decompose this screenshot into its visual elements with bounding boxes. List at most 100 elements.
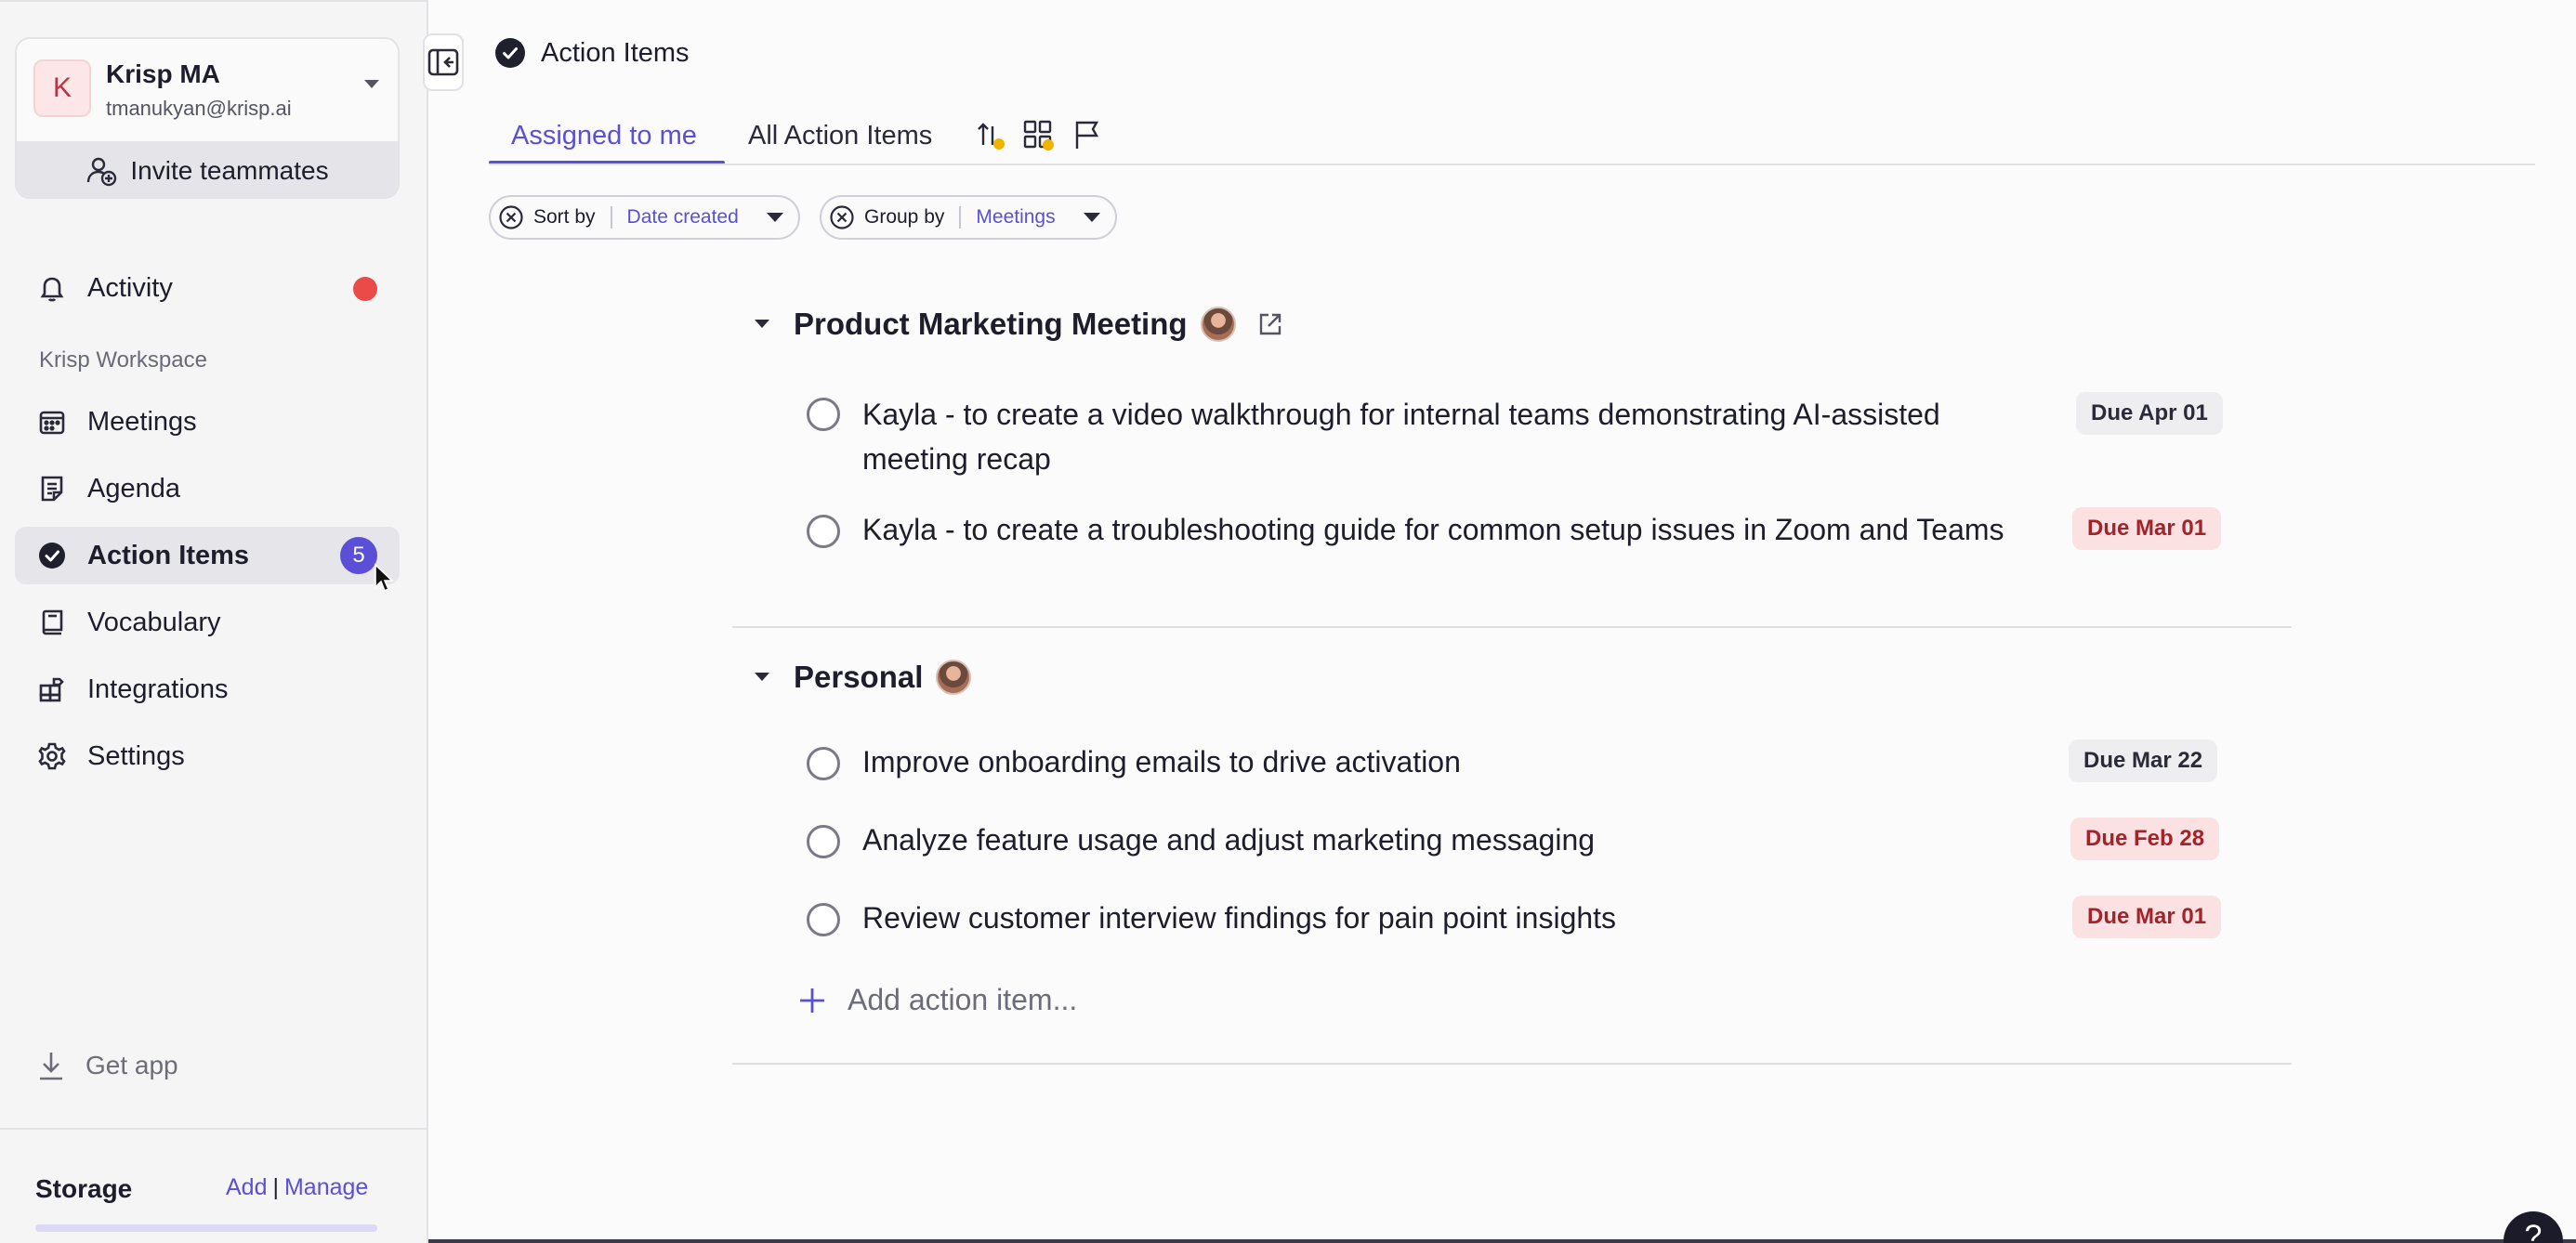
sidebar-divider [0, 1128, 428, 1130]
action-item-text[interactable]: Improve onboarding emails to drive activ… [862, 739, 2005, 784]
tab-assigned-to-me[interactable]: Assigned to me [511, 121, 697, 151]
invite-teammates-label: Invite teammates [130, 156, 329, 185]
document-icon [41, 476, 63, 502]
group-by-label: Group by [864, 206, 945, 228]
sidebar-item-settings[interactable]: Settings [15, 727, 400, 785]
storage-label: Storage [35, 1174, 133, 1203]
due-date-badge[interactable]: Due Feb 28 [2070, 818, 2220, 860]
add-action-item-label: Add action item... [848, 983, 1078, 1016]
group-header-product-marketing: Product Marketing Meeting [753, 307, 1284, 342]
invite-teammates-button[interactable]: Invite teammates [17, 141, 398, 197]
sidebar-collapse-icon [427, 48, 459, 76]
window-bottom-edge [428, 1239, 2576, 1243]
due-date-badge[interactable]: Due Mar 01 [2072, 507, 2222, 550]
sidebar-item-agenda[interactable]: Agenda [15, 460, 400, 517]
collapse-caret-icon[interactable] [753, 318, 771, 331]
check-circle-icon [495, 38, 525, 68]
sort-by-value: Date created [626, 206, 739, 228]
list-item[interactable]: Review customer interview findings for p… [807, 896, 2223, 942]
sort-icon[interactable] [974, 119, 1007, 152]
sidebar: K Krisp MA tmanukyan@krisp.ai Invite tea… [0, 0, 428, 1243]
action-item-text[interactable]: Analyze feature usage and adjust marketi… [862, 818, 2005, 862]
list-item[interactable]: Kayla - to create a video walkthrough fo… [807, 392, 2223, 481]
page-title: Action Items [541, 37, 690, 68]
workspace-label: Krisp Workspace [39, 347, 207, 373]
complete-checkbox[interactable] [807, 515, 840, 548]
caret-down-icon [1083, 213, 1100, 222]
storage-usage-bar [35, 1224, 377, 1232]
storage-manage-link[interactable]: Manage [284, 1174, 368, 1200]
chip-separator [959, 206, 962, 229]
complete-checkbox[interactable] [807, 825, 840, 858]
action-item-text[interactable]: Kayla - to create a troubleshooting guid… [862, 507, 2005, 552]
download-icon [40, 1053, 62, 1080]
help-button[interactable]: ? [2504, 1211, 2563, 1243]
book-icon [42, 609, 63, 635]
action-item-text[interactable]: Review customer interview findings for p… [862, 896, 2005, 940]
complete-checkbox[interactable] [807, 747, 840, 780]
due-date-badge[interactable]: Due Apr 01 [2076, 392, 2223, 435]
avatar [1200, 307, 1236, 342]
sidebar-item-label: Meetings [87, 407, 197, 437]
sidebar-item-integrations[interactable]: Integrations [15, 661, 400, 718]
action-items-count-badge: 5 [340, 537, 377, 574]
get-app-label: Get app [85, 1051, 178, 1079]
sidebar-item-activity[interactable]: Activity [15, 259, 400, 317]
group-divider [732, 626, 2292, 628]
sidebar-item-label: Vocabulary [87, 608, 221, 637]
sidebar-item-label: Action Items [87, 541, 250, 570]
sidebar-item-label: Activity [87, 273, 173, 303]
account-email: tmanukyan@krisp.ai [106, 97, 292, 120]
account-card: K Krisp MA tmanukyan@krisp.ai Invite tea… [15, 37, 400, 199]
account-name: Krisp MA [106, 59, 220, 88]
clear-filter-icon[interactable] [498, 204, 524, 230]
page-header: Action Items [494, 37, 690, 69]
group-title[interactable]: Personal [794, 660, 923, 695]
tabs-divider [489, 164, 2535, 165]
group-divider [732, 1063, 2292, 1065]
puzzle-icon [39, 677, 64, 702]
external-link-icon[interactable] [1256, 310, 1284, 338]
account-avatar: K [33, 59, 91, 117]
sidebar-item-meetings[interactable]: Meetings [15, 393, 400, 451]
app-root: K Krisp MA tmanukyan@krisp.ai Invite tea… [0, 0, 2576, 1243]
check-circle-icon [39, 543, 65, 569]
add-action-item-button[interactable]: Add action item... [797, 983, 1077, 1017]
storage-link-separator: | [272, 1174, 279, 1200]
list-item[interactable]: Kayla - to create a troubleshooting guid… [807, 507, 2223, 596]
sidebar-item-label: Settings [87, 741, 185, 771]
sidebar-item-vocabulary[interactable]: Vocabulary [15, 594, 400, 651]
get-app-link[interactable]: Get app [37, 1050, 178, 1081]
sidebar-item-label: Integrations [87, 674, 229, 704]
storage-links: Add | Manage [226, 1174, 368, 1201]
gear-icon [38, 742, 66, 770]
clear-filter-icon[interactable] [829, 204, 855, 230]
due-date-badge[interactable]: Due Mar 01 [2072, 896, 2222, 938]
caret-down-icon[interactable] [362, 78, 381, 91]
collapse-sidebar-button[interactable] [423, 33, 464, 91]
sort-by-label: Sort by [533, 206, 596, 228]
storage-add-link[interactable]: Add [226, 1174, 267, 1200]
collapse-caret-icon[interactable] [753, 671, 771, 684]
plus-icon [800, 988, 824, 1013]
group-by-chip[interactable]: Group by Meetings [820, 195, 1117, 240]
add-user-icon [87, 157, 117, 187]
list-item[interactable]: Analyze feature usage and adjust marketi… [807, 818, 2223, 864]
bell-icon [40, 277, 64, 302]
list-item[interactable]: Improve onboarding emails to drive activ… [807, 739, 2223, 786]
complete-checkbox[interactable] [807, 903, 840, 936]
notification-dot [353, 277, 377, 301]
sidebar-item-label: Agenda [87, 474, 180, 504]
account-switcher[interactable]: K Krisp MA tmanukyan@krisp.ai [17, 39, 398, 141]
due-date-badge[interactable]: Due Mar 22 [2069, 739, 2218, 782]
grid-group-icon[interactable] [1022, 119, 1056, 152]
group-header-personal: Personal [753, 660, 972, 695]
action-item-text[interactable]: Kayla - to create a video walkthrough fo… [862, 392, 2005, 481]
complete-checkbox[interactable] [807, 398, 840, 431]
flag-icon[interactable] [1071, 119, 1104, 152]
tab-all-action-items[interactable]: All Action Items [748, 121, 932, 151]
sort-by-chip[interactable]: Sort by Date created [489, 195, 800, 240]
mouse-cursor-icon [375, 563, 395, 593]
group-title[interactable]: Product Marketing Meeting [794, 307, 1188, 342]
group-by-value: Meetings [976, 206, 1056, 228]
